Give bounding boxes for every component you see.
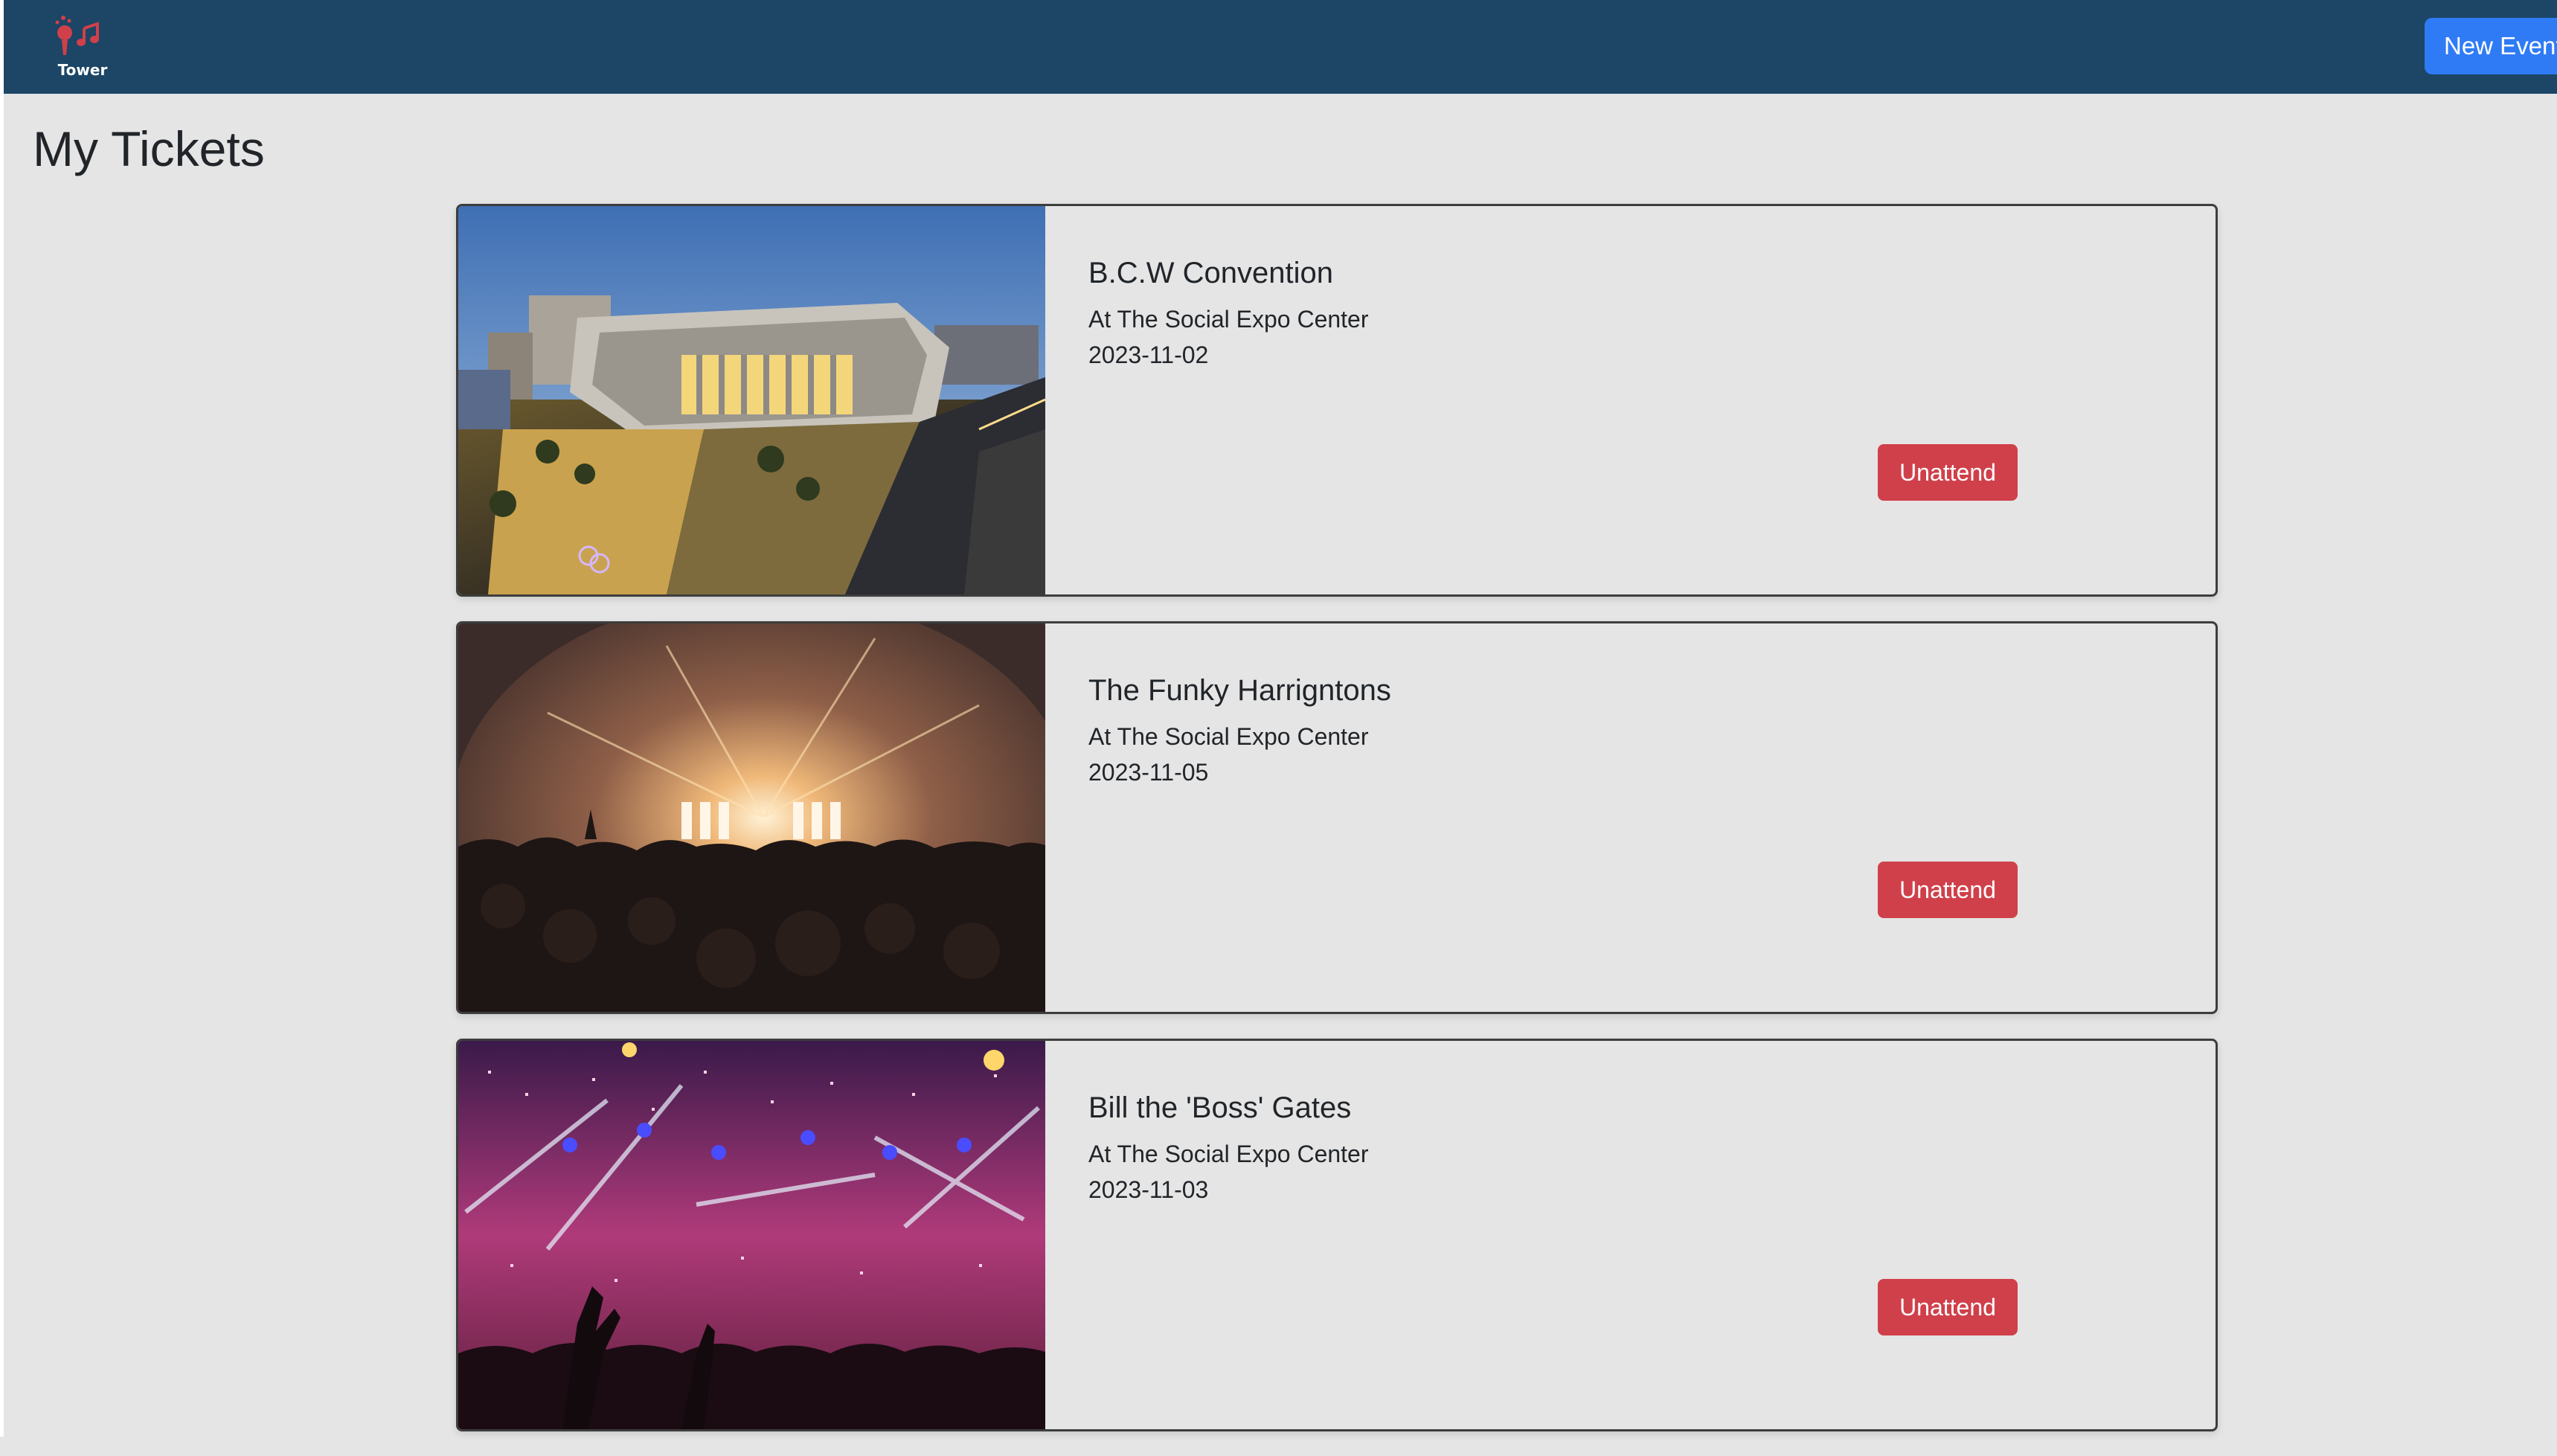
event-date: 2023-11-05 [1088,759,1209,786]
window-edge [0,0,4,1437]
event-name[interactable]: The Funky Harrigntons [1088,674,1391,708]
page-title: My Tickets [33,121,265,176]
ticket-card: B.C.W Convention At The Social Expo Cent… [456,204,2218,597]
unattend-button[interactable]: Unattend [1878,862,2018,918]
unattend-button[interactable]: Unattend [1878,444,2018,501]
ticket-card: Bill the 'Boss' Gates At The Social Expo… [456,1039,2218,1431]
ticket-list: B.C.W Convention At The Social Expo Cent… [456,204,2218,1456]
ticket-body: Bill the 'Boss' Gates At The Social Expo… [1079,1041,2216,1429]
home-logo-link[interactable]: Tower [48,10,115,82]
event-image-arena [458,206,1045,594]
microphone-music-note-icon [55,16,99,55]
event-name[interactable]: Bill the 'Boss' Gates [1088,1091,1351,1125]
event-location: At The Social Expo Center [1088,306,1369,333]
event-date: 2023-11-03 [1088,1176,1209,1203]
navbar: Tower New Event [4,0,2557,94]
ticket-body: The Funky Harrigntons At The Social Expo… [1079,623,2216,1012]
ticket-card: The Funky Harrigntons At The Social Expo… [456,621,2218,1014]
logo-text: Tower [57,61,108,79]
event-name[interactable]: B.C.W Convention [1088,257,1333,290]
event-date: 2023-11-02 [1088,341,1209,368]
ticket-body: B.C.W Convention At The Social Expo Cent… [1079,206,2216,594]
new-event-button[interactable]: New Event [2425,18,2557,74]
event-image-concert-smoke [458,623,1045,1012]
event-location: At The Social Expo Center [1088,1141,1369,1167]
event-location: At The Social Expo Center [1088,723,1369,750]
unattend-button[interactable]: Unattend [1878,1279,2018,1335]
event-image-confetti-concert [458,1041,1045,1429]
